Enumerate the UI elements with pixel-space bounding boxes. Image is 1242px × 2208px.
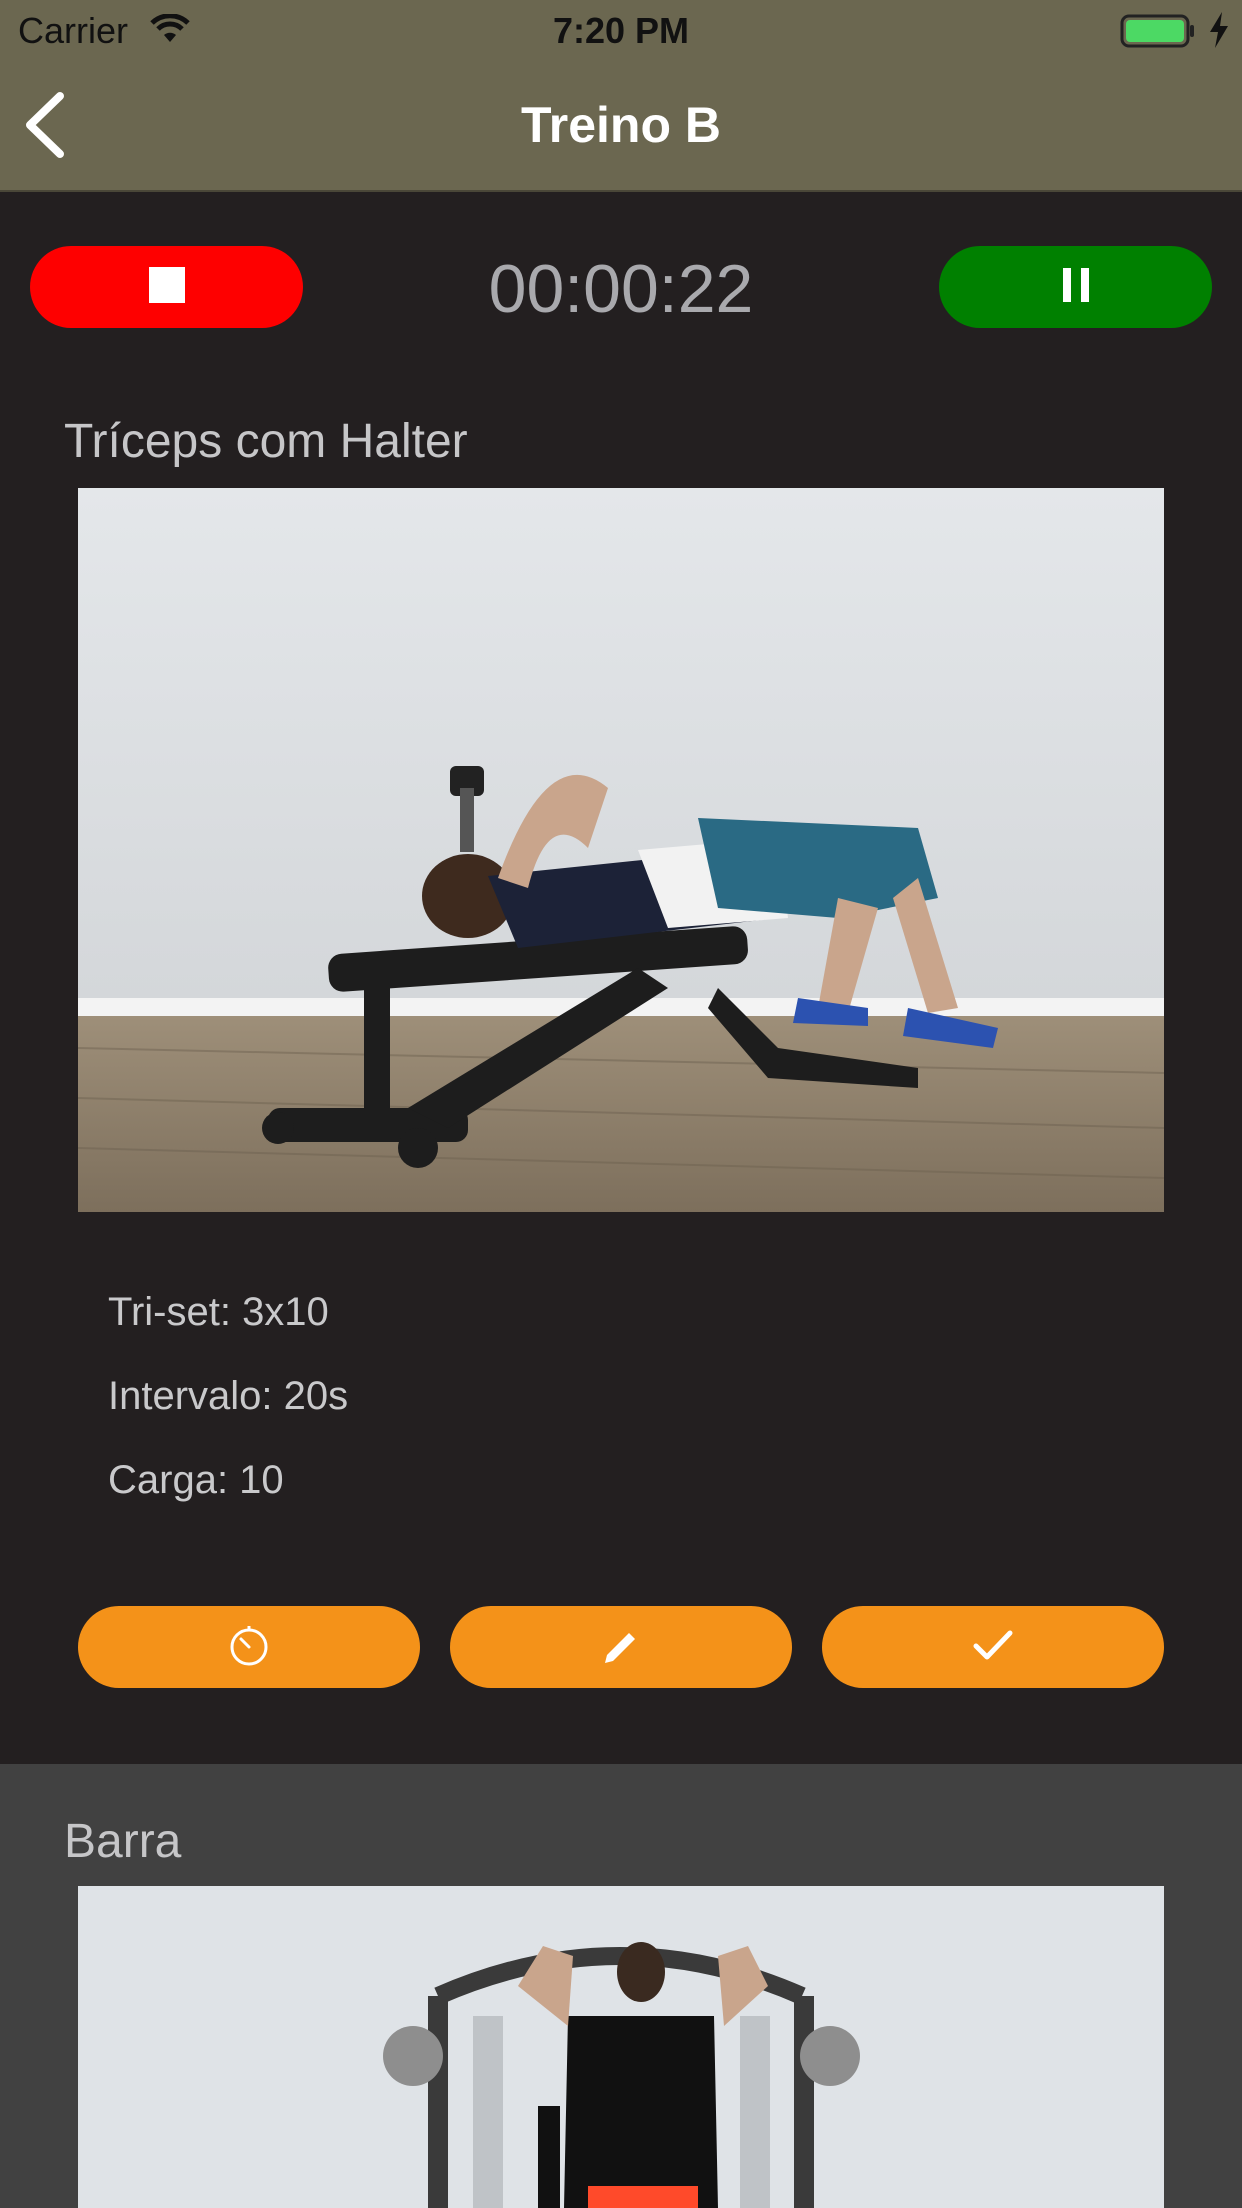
charging-bolt-icon [1208, 12, 1230, 53]
pencil-icon [601, 1625, 641, 1670]
exercise-card: Barra [0, 1764, 1242, 2208]
clock-time: 7:20 PM [552, 10, 690, 51]
exercise-title: Barra [64, 1815, 182, 1868]
pause-button[interactable] [939, 246, 1212, 328]
page-title: Treino B [520, 97, 722, 153]
exercise-card: Tríceps com Halter Tri-set: 3x10 Interva… [0, 392, 1242, 1764]
exercise-photo [78, 1886, 1164, 2208]
detail-load: Carga: 10 [108, 1458, 284, 1502]
pause-icon [1062, 267, 1089, 307]
checkmark-icon [973, 1629, 1013, 1666]
edit-button[interactable] [450, 1606, 792, 1688]
battery-icon [1120, 14, 1196, 53]
status-bar: Carrier 7:20 PM [0, 0, 1242, 62]
detail-sets: Tri-set: 3x10 [108, 1290, 329, 1334]
rest-timer-button[interactable] [78, 1606, 420, 1688]
workout-controls: 00:00:22 [0, 192, 1242, 392]
timer-icon [227, 1623, 271, 1672]
exercise-title: Tríceps com Halter [64, 415, 468, 468]
detail-rest-interval: Intervalo: 20s [108, 1374, 349, 1418]
navigation-bar: Treino B [0, 62, 1242, 192]
exercise-photo [78, 488, 1164, 1212]
complete-button[interactable] [822, 1606, 1164, 1688]
